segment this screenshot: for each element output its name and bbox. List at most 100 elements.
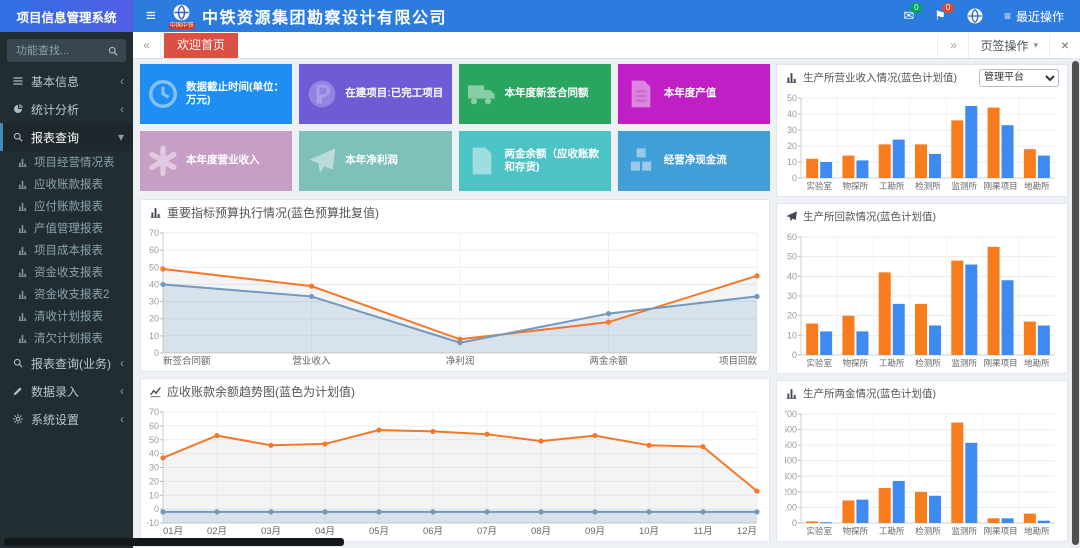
- bar-chart-icon: [785, 387, 798, 400]
- sidebar-toggle-icon[interactable]: ≡: [133, 0, 169, 32]
- bar-chart-icon: [17, 201, 28, 212]
- sidebar-item-report-query-business[interactable]: 报表查询(业务) ‹: [0, 349, 133, 377]
- panel-header: 生产所营业收入情况(蓝色计划值) 管理平台: [777, 65, 1067, 90]
- tab-welcome-home[interactable]: 欢迎首页: [164, 33, 238, 58]
- sidebar-item-label: 报表查询: [31, 129, 79, 146]
- sidebar-item-system-settings[interactable]: 系统设置 ‹: [0, 405, 133, 433]
- logo-caption: 中国中铁: [169, 23, 195, 29]
- svg-text:30: 30: [149, 297, 159, 307]
- paper-plane-icon: [299, 145, 345, 177]
- kpi-card-two-funds-balance[interactable]: 两金余额（应收账款和存货): [459, 131, 611, 191]
- svg-text:30: 30: [787, 291, 797, 301]
- svg-text:02月: 02月: [207, 526, 227, 537]
- svg-text:净利润: 净利润: [446, 355, 475, 367]
- svg-text:-10: -10: [146, 518, 159, 528]
- tabs-scroll-right-button[interactable]: »: [937, 33, 968, 58]
- sidebar-report-item[interactable]: 资金收支报表2: [0, 283, 133, 305]
- notice-button[interactable]: ⚑ 0: [934, 8, 946, 24]
- recent-operations-button[interactable]: ≡ 最近操作: [1004, 8, 1064, 25]
- sidebar-report-item[interactable]: 清收计划报表: [0, 305, 133, 327]
- svg-text:实验室: 实验室: [806, 358, 832, 368]
- sidebar-report-item[interactable]: 项目成本报表: [0, 239, 133, 261]
- svg-text:10: 10: [787, 157, 797, 167]
- search-icon: [12, 131, 24, 143]
- svg-text:04月: 04月: [315, 526, 335, 537]
- sidebar-report-item[interactable]: 应付账款报表: [0, 195, 133, 217]
- svg-text:11月: 11月: [693, 526, 712, 537]
- panel-header: 生产所两金情况(蓝色计划值): [777, 381, 1067, 406]
- sidebar-report-item[interactable]: 应收账款报表: [0, 173, 133, 195]
- sidebar-search[interactable]: [7, 39, 126, 62]
- gear-icon: [12, 413, 24, 425]
- sidebar-report-item[interactable]: 产值管理报表: [0, 217, 133, 239]
- svg-text:营业收入: 营业收入: [292, 355, 331, 367]
- search-icon[interactable]: [107, 45, 119, 57]
- sidebar-item-label: 基本信息: [31, 73, 79, 90]
- company-name: 中铁资源集团勘察设计有限公司: [202, 4, 447, 28]
- app-title: 项目信息管理系统: [0, 0, 133, 32]
- bar-chart-icon: [17, 267, 28, 278]
- svg-text:50: 50: [787, 252, 797, 262]
- kpi-card-revenue[interactable]: 本年度营业收入: [140, 131, 292, 191]
- sidebar-item-label: 报表查询(业务): [31, 355, 111, 372]
- header-emblem-button[interactable]: [966, 7, 984, 25]
- svg-text:物探所: 物探所: [843, 358, 869, 368]
- tab-operations-dropdown[interactable]: 页签操作 ▾: [968, 33, 1050, 58]
- bar-chart-icon: [17, 223, 28, 234]
- kpi-card-output-value[interactable]: 本年度产值: [618, 64, 770, 124]
- sidebar-report-item[interactable]: 清欠计划报表: [0, 327, 133, 349]
- search-input[interactable]: [14, 44, 103, 58]
- kpi-card-net-profit[interactable]: 本年净利润: [299, 131, 451, 191]
- bar-chart-icon: [785, 71, 798, 84]
- report-submenu: 项目经营情况表应收账款报表应付账款报表产值管理报表项目成本报表资金收支报表资金收…: [0, 151, 133, 349]
- svg-text:0: 0: [154, 504, 159, 514]
- horizontal-scrollbar-thumb[interactable]: [4, 538, 344, 546]
- sidebar-item-statistics[interactable]: 统计分析 ‹: [0, 95, 133, 123]
- kpi-card-data-cutoff[interactable]: 数据截止时间(单位：万元): [140, 64, 292, 124]
- panel-header: 生产所回款情况(蓝色计划值): [777, 204, 1067, 229]
- svg-text:70: 70: [149, 407, 159, 417]
- sidebar-item-basic-info[interactable]: 基本信息 ‹: [0, 67, 133, 95]
- svg-text:检测所: 检测所: [915, 526, 941, 536]
- kpi-card-net-cash-flow[interactable]: 经营净现金流: [618, 131, 770, 191]
- panel-title: 重要指标预算执行情况(蓝色预算批复值): [167, 204, 379, 221]
- file-icon: [459, 145, 505, 177]
- svg-text:40: 40: [149, 449, 159, 459]
- kpi-card-projects[interactable]: 在建项目:已完工项目: [299, 64, 451, 124]
- caret-down-icon: ▾: [1033, 40, 1038, 51]
- line-chart-icon: [149, 385, 162, 398]
- asterisk-icon: [140, 145, 186, 177]
- sidebar-item-report-query[interactable]: 报表查询 ▾: [0, 123, 133, 151]
- svg-text:刚果项目: 刚果项目: [984, 181, 1018, 191]
- platform-select[interactable]: 管理平台: [979, 69, 1059, 87]
- svg-text:10月: 10月: [639, 526, 659, 537]
- sidebar-report-item[interactable]: 项目经营情况表: [0, 151, 133, 173]
- mail-button[interactable]: ✉ 0: [903, 8, 914, 24]
- svg-text:实验室: 实验室: [806, 181, 832, 191]
- svg-text:20: 20: [149, 476, 159, 486]
- kpi-label: 本年度营业收入: [186, 154, 266, 167]
- sidebar-item-label: 统计分析: [31, 101, 79, 118]
- kpi-label: 经营净现金流: [664, 154, 733, 167]
- tabs-scroll-left-button[interactable]: «: [133, 33, 161, 58]
- sidebar-report-item[interactable]: 资金收支报表: [0, 261, 133, 283]
- bar-chart-icon: [17, 311, 28, 322]
- sidebar-item-data-entry[interactable]: 数据录入 ‹: [0, 377, 133, 405]
- svg-text:08月: 08月: [531, 526, 551, 537]
- expand-button[interactable]: ×: [1050, 33, 1080, 58]
- svg-text:30: 30: [149, 463, 159, 473]
- svg-text:05月: 05月: [369, 526, 389, 537]
- svg-text:50: 50: [149, 262, 159, 272]
- parking-icon: [299, 78, 345, 110]
- vertical-scrollbar-thumb[interactable]: [1072, 61, 1079, 545]
- svg-text:12月: 12月: [737, 526, 757, 537]
- sidebar-item-label: 项目成本报表: [34, 242, 103, 258]
- vertical-scrollbar[interactable]: [1071, 58, 1080, 548]
- svg-text:新签合同额: 新签合同额: [163, 355, 211, 367]
- svg-text:40: 40: [149, 279, 159, 289]
- tab-bar: « 欢迎首页 » 页签操作 ▾ ×: [133, 32, 1080, 59]
- svg-text:地勘所: 地勘所: [1024, 526, 1050, 536]
- svg-text:刚果项目: 刚果项目: [984, 358, 1018, 368]
- kpi-card-new-contracts[interactable]: 本年度新签合同额: [459, 64, 611, 124]
- notice-badge: 0: [942, 3, 954, 13]
